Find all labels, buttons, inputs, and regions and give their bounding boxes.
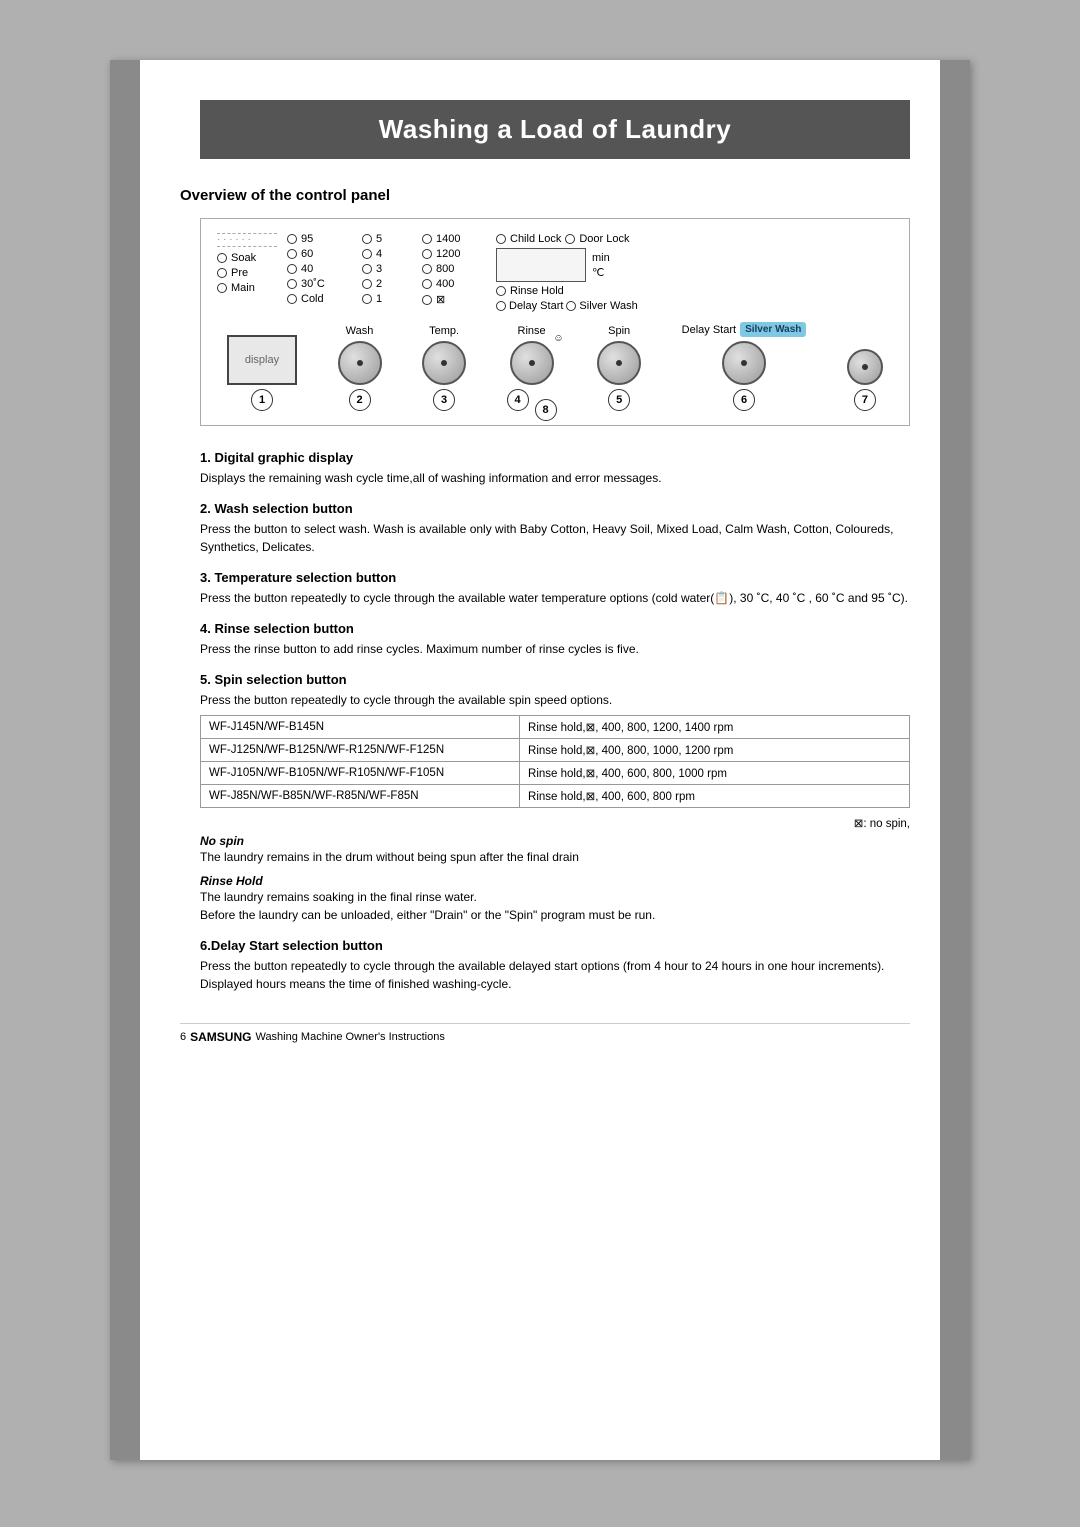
item1-heading: 1. Digital graphic display <box>200 450 910 465</box>
footer: 6 SAMSUNG Washing Machine Owner's Instru… <box>180 1023 910 1044</box>
speeds-cell: Rinse hold,⊠, 400, 600, 800, 1000 rpm <box>520 762 910 785</box>
section-heading: Overview of the control panel <box>180 187 910 204</box>
table-row: WF-J85N/WF-B85N/WF-R85N/WF-F85NRinse hol… <box>201 785 910 808</box>
delay-silver-row: Delay Start Silver Wash <box>496 300 638 312</box>
temp-knob-group: Temp. 3 <box>422 325 466 411</box>
footer-text: Washing Machine Owner's Instructions <box>255 1031 444 1043</box>
item6-text: Press the button repeatedly to cycle thr… <box>200 957 910 993</box>
temp-label: Temp. <box>429 325 459 337</box>
model-cell: WF-J125N/WF-B125N/WF-R125N/WF-F125N <box>201 739 520 762</box>
item2-text: Press the button to select wash. Wash is… <box>200 520 910 556</box>
disp-2: 2 <box>362 278 412 290</box>
display-item-1: display 1 <box>227 335 297 411</box>
no-spin-note: ⊠: no spin, <box>200 816 910 830</box>
disp-30: 30˚C <box>287 278 352 290</box>
temp-knob[interactable] <box>422 341 466 385</box>
display-row-main: Main <box>217 282 277 294</box>
disp-1: 1 <box>362 293 412 305</box>
disp-5: 5 <box>362 233 412 245</box>
spin-knob-group: Spin 5 <box>597 325 641 411</box>
model-cell: WF-J105N/WF-B105N/WF-R105N/WF-F105N <box>201 762 520 785</box>
wash-knob-group: Wash 2 <box>338 325 382 411</box>
speeds-cell: Rinse hold,⊠, 400, 600, 800 rpm <box>520 785 910 808</box>
page: Washing a Load of Laundry Overview of th… <box>110 60 970 1460</box>
disp-800: 800 <box>422 263 482 275</box>
number-2: 2 <box>349 389 371 411</box>
rinse-knob-group: Rinse ☺ 4 8 <box>507 325 557 411</box>
model-cell: WF-J85N/WF-B85N/WF-R85N/WF-F85N <box>201 785 520 808</box>
table-row: WF-J125N/WF-B125N/WF-R125N/WF-F125NRinse… <box>201 739 910 762</box>
number-3: 3 <box>433 389 455 411</box>
disp-60: 60 <box>287 248 352 260</box>
item3-text: Press the button repeatedly to cycle thr… <box>200 589 910 607</box>
number-6: 6 <box>733 389 755 411</box>
number-7: 7 <box>854 389 876 411</box>
disp-1200: 1200 <box>422 248 482 260</box>
display-row-pre: Pre <box>217 267 277 279</box>
delay-start-knob-group: Delay Start Silver Wash 6 <box>682 322 807 411</box>
page-title: Washing a Load of Laundry <box>230 114 880 145</box>
spin-knob[interactable] <box>597 341 641 385</box>
rinse-hold-row: Rinse Hold <box>496 285 638 297</box>
item2-heading: 2. Wash selection button <box>200 501 910 516</box>
footer-brand: SAMSUNG <box>190 1030 251 1044</box>
display-row-soak: Soak <box>217 252 277 264</box>
item3-heading: 3. Temperature selection button <box>200 570 910 585</box>
rinse-hold-text2: Before the laundry can be unloaded, eith… <box>200 906 910 924</box>
display-rect-area: min ℃ <box>496 248 638 282</box>
disp-4: 4 <box>362 248 412 260</box>
disp-95: 95 <box>287 233 352 245</box>
silver-wash-knob[interactable] <box>847 349 883 385</box>
item4-text: Press the rinse button to add rinse cycl… <box>200 640 910 658</box>
table-row: WF-J145N/WF-B145NRinse hold,⊠, 400, 800,… <box>201 716 910 739</box>
rinse-label: Rinse <box>518 325 546 337</box>
wash-label: Wash <box>346 325 374 337</box>
number-1: 1 <box>251 389 273 411</box>
number-5: 5 <box>608 389 630 411</box>
silver-wash-knob-group: 7 <box>847 349 883 411</box>
speeds-cell: Rinse hold,⊠, 400, 800, 1000, 1200 rpm <box>520 739 910 762</box>
wash-knob[interactable] <box>338 341 382 385</box>
rinse-hold-text1: The laundry remains soaking in the final… <box>200 888 910 906</box>
footer-page-number: 6 <box>180 1031 186 1043</box>
spin-label: Spin <box>608 325 630 337</box>
knob-area: display 1 Wash 2 Temp. 3 <box>217 322 893 411</box>
table-row: WF-J105N/WF-B105N/WF-R105N/WF-F105NRinse… <box>201 762 910 785</box>
disp-1400: 1400 <box>422 233 482 245</box>
no-spin-text: The laundry remains in the drum without … <box>200 848 910 866</box>
disp-3: 3 <box>362 263 412 275</box>
control-panel-diagram: · · · · · · Soak Pre Main 95 60 40 <box>200 218 910 426</box>
disp-x: ⊠ <box>422 293 482 306</box>
item5-heading: 5. Spin selection button <box>200 672 910 687</box>
item4-heading: 4. Rinse selection button <box>200 621 910 636</box>
number-4: 4 <box>507 389 529 411</box>
disp-40: 40 <box>287 263 352 275</box>
item6-heading: 6.Delay Start selection button <box>200 938 910 953</box>
item1-text: Displays the remaining wash cycle time,a… <box>200 469 910 487</box>
item5-text: Press the button repeatedly to cycle thr… <box>200 691 910 709</box>
no-spin-heading: No spin <box>200 834 910 848</box>
silver-wash-badge: Silver Wash <box>740 322 806 337</box>
rinse-knob[interactable] <box>510 341 554 385</box>
disp-400: 400 <box>422 278 482 290</box>
number-8: 8 <box>535 399 557 421</box>
delay-start-knob[interactable] <box>722 341 766 385</box>
disp-cold: Cold <box>287 293 352 305</box>
model-cell: WF-J145N/WF-B145N <box>201 716 520 739</box>
delay-start-label: Delay Start Silver Wash <box>682 322 807 337</box>
spin-table: WF-J145N/WF-B145NRinse hold,⊠, 400, 800,… <box>200 715 910 808</box>
rinse-hold-heading: Rinse Hold <box>200 874 910 888</box>
speeds-cell: Rinse hold,⊠, 400, 800, 1200, 1400 rpm <box>520 716 910 739</box>
title-box: Washing a Load of Laundry <box>200 100 910 159</box>
content-area: 1. Digital graphic display Displays the … <box>200 450 910 993</box>
child-door-lock: Child Lock Door Lock <box>496 233 638 245</box>
